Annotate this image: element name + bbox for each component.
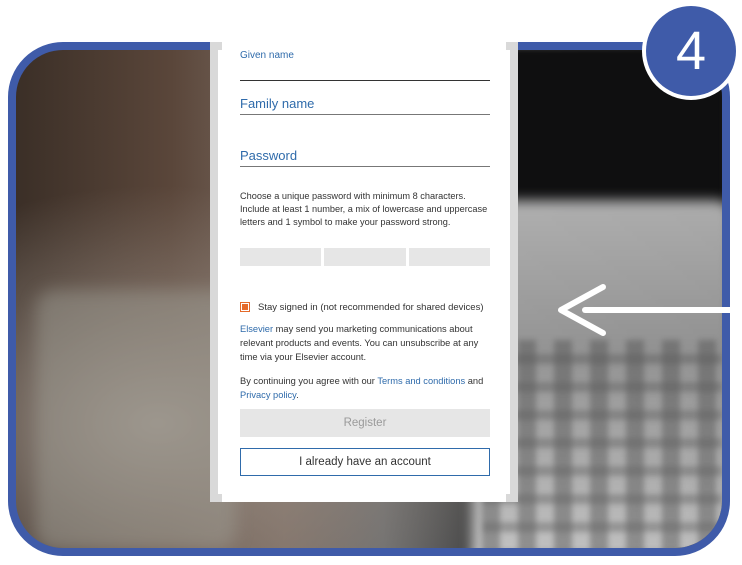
privacy-link[interactable]: Privacy policy	[240, 390, 296, 400]
agreement-prefix: By continuing you agree with our	[240, 376, 378, 386]
existing-account-button[interactable]: I already have an account	[240, 448, 490, 476]
registration-form: Given name Family name Password Choose a…	[222, 42, 506, 502]
given-name-field[interactable]: Given name	[240, 50, 490, 81]
family-name-field[interactable]: Family name	[240, 92, 490, 115]
strength-segment	[240, 248, 322, 266]
password-label: Password	[240, 148, 298, 163]
given-name-label: Given name	[240, 50, 294, 61]
checkbox-checked-icon[interactable]	[240, 302, 250, 312]
stay-signed-in-row[interactable]: Stay signed in (not recommended for shar…	[240, 300, 500, 314]
password-field[interactable]: Password	[240, 144, 490, 167]
strength-segment	[324, 248, 406, 266]
marketing-text: may send you marketing communications ab…	[240, 324, 479, 362]
strength-segment	[408, 248, 490, 266]
register-button[interactable]: Register	[240, 409, 490, 437]
registration-panel: Given name Family name Password Choose a…	[210, 42, 518, 502]
marketing-notice: Elsevier may send you marketing communic…	[240, 322, 495, 364]
blurred-background-left	[36, 290, 236, 548]
elsevier-link[interactable]: Elsevier	[240, 324, 273, 334]
agreement-suffix: .	[296, 390, 299, 400]
agreement-middle: and	[465, 376, 484, 386]
password-hint: Choose a unique password with minimum 8 …	[240, 191, 488, 227]
step-number-badge: 4	[646, 6, 736, 96]
agreement-notice: By continuing you agree with our Terms a…	[240, 374, 495, 402]
terms-link[interactable]: Terms and conditions	[377, 376, 465, 386]
password-strength-meter	[240, 248, 490, 266]
blurred-keyboard	[482, 340, 722, 548]
family-name-label: Family name	[240, 96, 315, 111]
stay-signed-in-label: Stay signed in (not recommended for shar…	[258, 301, 484, 313]
arrow-left-icon	[558, 284, 742, 336]
